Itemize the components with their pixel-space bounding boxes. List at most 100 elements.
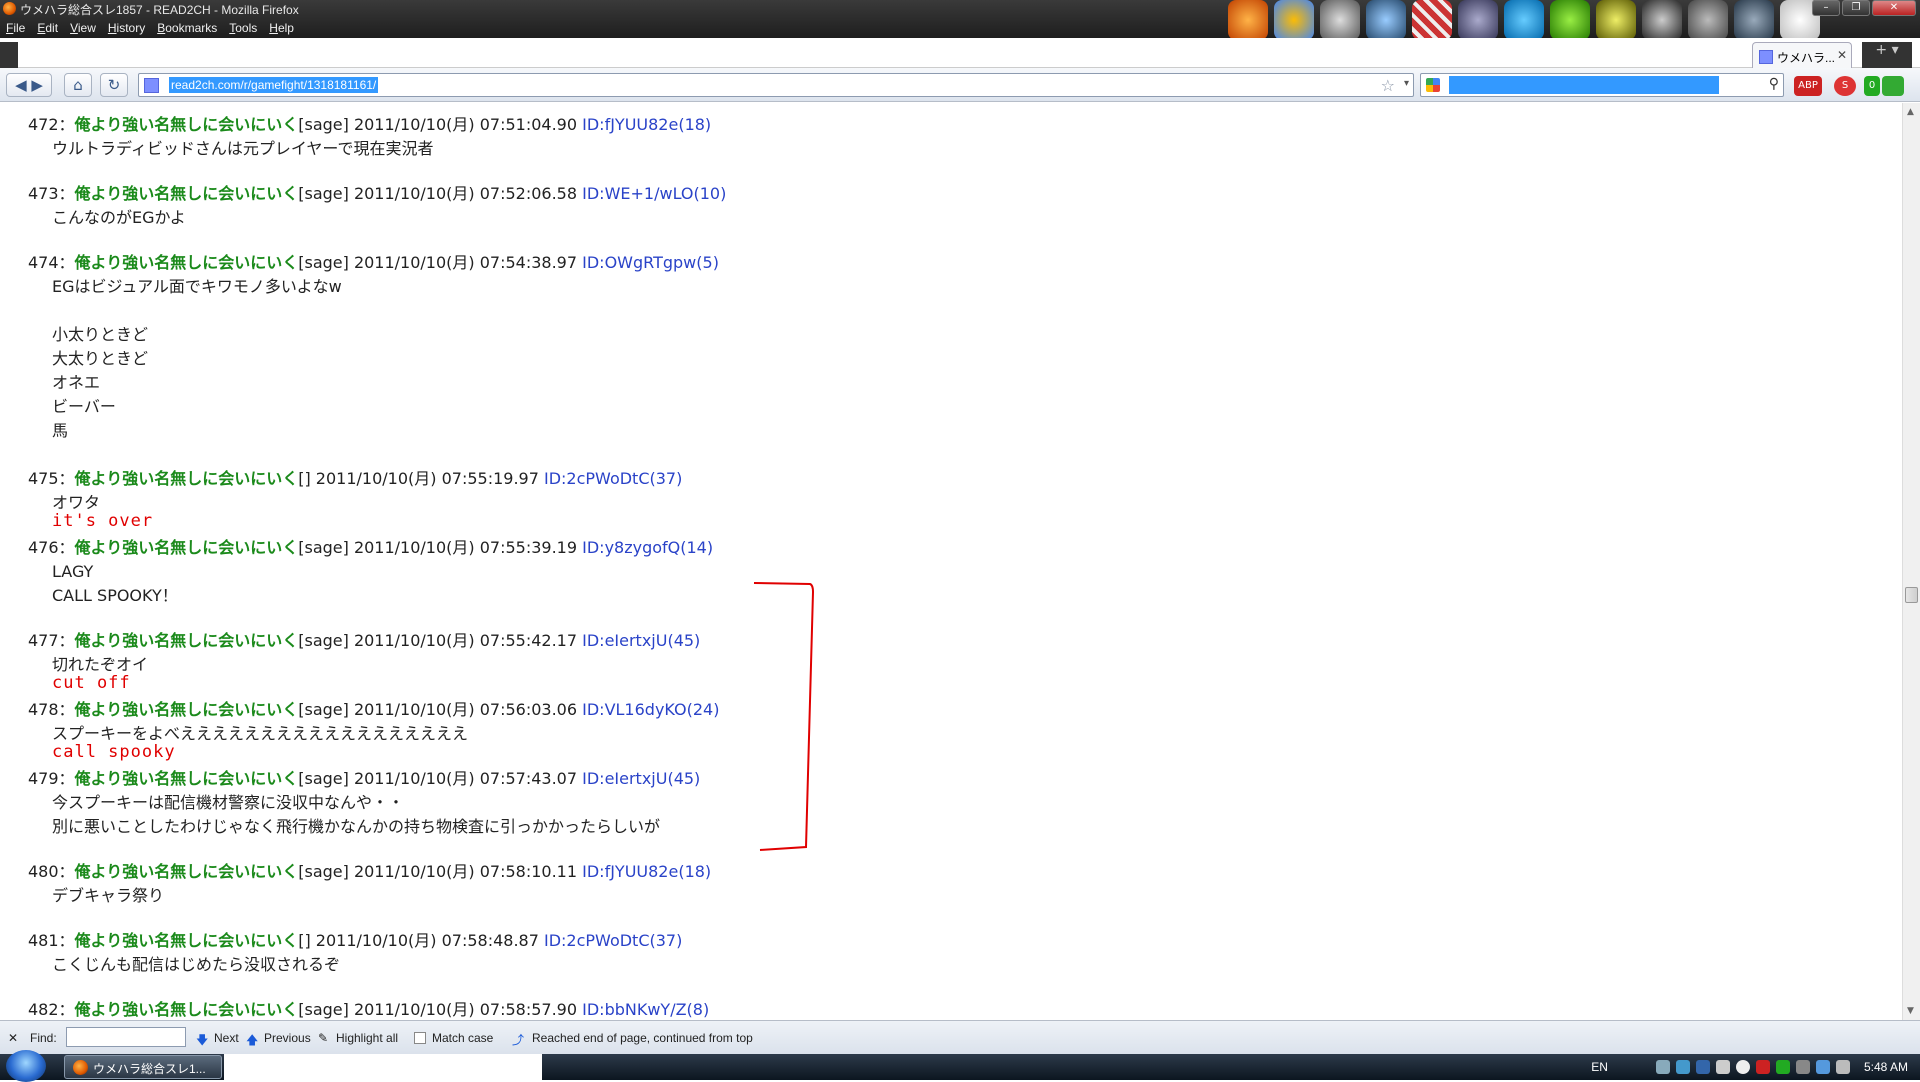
- poster-name[interactable]: 俺より強い名無しに会いにいく: [75, 631, 299, 650]
- tray-icon[interactable]: [1655, 1060, 1670, 1074]
- tray-icon[interactable]: [1755, 1060, 1770, 1074]
- app-icon[interactable]: [1504, 0, 1544, 40]
- arrow-down-icon[interactable]: 🡇: [196, 1031, 208, 1052]
- url-text[interactable]: read2ch.com/r/gamefight/1318181161/: [169, 77, 379, 93]
- adblock-icon[interactable]: ABP: [1794, 76, 1822, 96]
- match-case-checkbox[interactable]: [414, 1032, 426, 1044]
- find-close-icon[interactable]: ✕: [8, 1031, 18, 1045]
- clock[interactable]: 5:48 AM: [1864, 1060, 1908, 1074]
- tray-icon[interactable]: [1735, 1060, 1750, 1074]
- poster-name[interactable]: 俺より強い名無しに会いにいく: [75, 700, 299, 719]
- find-next-button[interactable]: Next: [214, 1031, 239, 1045]
- tray-icon[interactable]: [1695, 1060, 1710, 1074]
- poster-id[interactable]: ID:fJYUU82e(18): [582, 115, 711, 134]
- google-icon[interactable]: [1426, 78, 1440, 92]
- poster-id[interactable]: ID:fJYUU82e(18): [582, 862, 711, 881]
- tray-icon[interactable]: [1715, 1060, 1730, 1074]
- poster-name[interactable]: 俺より強い名無しに会いにいく: [75, 862, 299, 881]
- tab-scroll-left[interactable]: [0, 42, 18, 68]
- highlight-icon[interactable]: ✎: [318, 1031, 328, 1045]
- post-481: 481：俺より強い名無しに会いにいく[] 2011/10/10(月) 07:58…: [28, 929, 682, 977]
- tab-close-icon[interactable]: ✕: [1837, 48, 1847, 62]
- firefox-icon[interactable]: [1228, 0, 1268, 40]
- skull-icon[interactable]: [1320, 0, 1360, 40]
- network-icon[interactable]: [1815, 1060, 1830, 1074]
- app-icon[interactable]: [1642, 0, 1682, 40]
- steam-icon[interactable]: [1734, 0, 1774, 40]
- post-line: 今スプーキーは配信機材警察に没収中なんや・・: [52, 793, 405, 812]
- poster-name[interactable]: 俺より強い名無しに会いにいく: [75, 931, 299, 950]
- search-bar[interactable]: ⚲: [1420, 73, 1784, 97]
- find-input[interactable]: [66, 1027, 186, 1047]
- tray-icon[interactable]: [1775, 1060, 1790, 1074]
- poster-name[interactable]: 俺より強い名無しに会いにいく: [75, 115, 299, 134]
- start-button[interactable]: [6, 1050, 46, 1082]
- people-icon[interactable]: [1366, 0, 1406, 40]
- chrome-icon[interactable]: [1274, 0, 1314, 40]
- post-line: 大太りときど: [52, 349, 149, 368]
- back-forward-buttons[interactable]: ◀ ▶: [6, 73, 52, 97]
- greasemonkey-icon[interactable]: [1882, 76, 1904, 96]
- close-button[interactable]: ✕: [1872, 0, 1916, 16]
- tray-icon[interactable]: [1675, 1060, 1690, 1074]
- tool-icon[interactable]: [1412, 0, 1452, 40]
- taskbar-firefox-button[interactable]: ウメハラ総合スレ1...: [64, 1055, 222, 1079]
- post-472: 472：俺より強い名無しに会いにいく[sage] 2011/10/10(月) 0…: [28, 113, 711, 161]
- minimize-button[interactable]: –: [1812, 0, 1840, 16]
- taskbar: ウメハラ総合スレ1... EN 5:48 AM: [0, 1050, 1920, 1082]
- scroll-down-icon[interactable]: ▼: [1907, 1006, 1914, 1016]
- tab-active[interactable]: ウメハラ... ✕: [1752, 42, 1852, 68]
- menu-file[interactable]: File: [0, 20, 31, 38]
- poster-id[interactable]: ID:y8zygofQ(14): [582, 538, 713, 557]
- menu-bookmarks[interactable]: Bookmarks: [151, 20, 223, 38]
- poster-id[interactable]: ID:WE+1/wLO(10): [582, 184, 726, 203]
- app-icon[interactable]: [1458, 0, 1498, 40]
- language-indicator[interactable]: EN: [1591, 1060, 1608, 1074]
- poster-id[interactable]: ID:2cPWoDtC(37): [544, 469, 682, 488]
- app-icon[interactable]: [1596, 0, 1636, 40]
- poster-id[interactable]: ID:2cPWoDtC(37): [544, 931, 682, 950]
- poster-name[interactable]: 俺より強い名無しに会いにいく: [75, 769, 299, 788]
- poster-id[interactable]: ID:VL16dyKO(24): [582, 700, 719, 719]
- url-dropdown-icon[interactable]: ▾: [1404, 78, 1409, 89]
- poster-name[interactable]: 俺より強い名無しに会いにいく: [75, 184, 299, 203]
- vertical-scrollbar[interactable]: ▲ ▼: [1902, 103, 1920, 1020]
- post-number: 474：: [28, 253, 75, 272]
- poster-id[interactable]: ID:OWgRTgpw(5): [582, 253, 719, 272]
- menu-help[interactable]: Help: [263, 20, 300, 38]
- highlight-all-button[interactable]: Highlight all: [336, 1031, 398, 1045]
- addon-icon[interactable]: S: [1834, 76, 1856, 96]
- menu-view[interactable]: View: [64, 20, 102, 38]
- poster-id[interactable]: ID:eIertxjU(45): [582, 769, 700, 788]
- menu-history[interactable]: History: [102, 20, 151, 38]
- url-bar[interactable]: read2ch.com/r/gamefight/1318181161/ ☆ ▾: [138, 73, 1414, 97]
- poster-name[interactable]: 俺より強い名無しに会いにいく: [75, 1000, 299, 1019]
- search-input[interactable]: [1449, 76, 1719, 94]
- poster-name[interactable]: 俺より強い名無しに会いにいく: [75, 538, 299, 557]
- find-previous-button[interactable]: Previous: [264, 1031, 311, 1045]
- post-number: 472：: [28, 115, 75, 134]
- taskbar-blank-area: [224, 1054, 542, 1080]
- tray-icon[interactable]: [1795, 1060, 1810, 1074]
- bookmark-star-icon[interactable]: ☆: [1381, 76, 1395, 95]
- search-icon[interactable]: ⚲: [1769, 76, 1779, 92]
- menu-tools[interactable]: Tools: [223, 20, 263, 38]
- home-icon[interactable]: ⌂: [64, 73, 92, 97]
- match-case-label[interactable]: Match case: [432, 1031, 493, 1045]
- scroll-up-icon[interactable]: ▲: [1907, 107, 1914, 117]
- new-tab-button[interactable]: + ▾: [1862, 42, 1912, 68]
- utorrent-icon[interactable]: [1550, 0, 1590, 40]
- poster-id[interactable]: ID:bbNKwY/Z(8): [582, 1000, 709, 1019]
- site-favicon-icon: [144, 78, 159, 93]
- app-icon[interactable]: [1688, 0, 1728, 40]
- reload-icon[interactable]: ↻: [100, 73, 128, 97]
- addon-icon[interactable]: 0: [1864, 76, 1880, 96]
- poster-id[interactable]: ID:eIertxjU(45): [582, 631, 700, 650]
- poster-name[interactable]: 俺より強い名無しに会いにいく: [75, 253, 299, 272]
- menu-edit[interactable]: Edit: [31, 20, 64, 38]
- volume-icon[interactable]: [1835, 1060, 1850, 1074]
- scrollbar-thumb[interactable]: [1905, 587, 1918, 603]
- poster-name[interactable]: 俺より強い名無しに会いにいく: [75, 469, 299, 488]
- maximize-button[interactable]: ❐: [1842, 0, 1870, 16]
- arrow-up-icon[interactable]: 🡅: [246, 1031, 258, 1052]
